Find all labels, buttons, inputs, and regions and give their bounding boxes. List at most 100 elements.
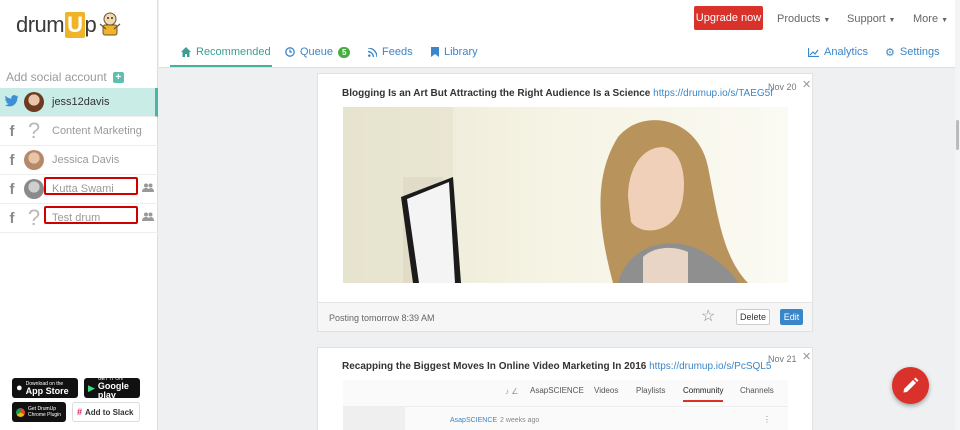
post-image <box>343 107 788 283</box>
gear-icon: ⚙ <box>885 46 895 59</box>
preview-more-icon: ⋮ <box>763 415 771 424</box>
active-tab-indicator <box>170 65 272 67</box>
facebook-icon: f <box>9 209 15 227</box>
account-content-marketing[interactable]: f ? Content Marketing <box>0 117 158 146</box>
drum-mascot-icon <box>99 12 121 36</box>
tab-feeds[interactable]: Feeds <box>368 45 413 59</box>
settings-link[interactable]: ⚙ Settings <box>885 45 940 59</box>
badge-big-text: Google play <box>97 381 129 400</box>
post-date: Nov 21 <box>768 354 797 364</box>
group-icon <box>142 183 154 192</box>
tab-library[interactable]: Library <box>431 45 478 59</box>
preview-side-panel <box>343 407 405 430</box>
compose-button[interactable] <box>892 367 929 404</box>
badge-small-text-2: Chrome Plugin <box>28 412 62 418</box>
post-link[interactable]: https://drumup.io/s/TAEG5f <box>653 88 773 99</box>
tab-label: Feeds <box>382 46 413 58</box>
plus-icon[interactable]: + <box>112 71 124 83</box>
add-social-label: Add social account <box>6 70 107 84</box>
account-jessica-davis[interactable]: f Jessica Davis <box>0 146 158 175</box>
upgrade-now-button[interactable]: Upgrade now <box>694 6 763 30</box>
post-title: Blogging Is an Art But Attracting the Ri… <box>342 88 773 99</box>
preview-tab: Channels <box>740 386 774 395</box>
bookmark-icon <box>431 47 439 57</box>
post-footer: Posting tomorrow 8:39 AM ☆ Delete Edit <box>318 302 812 331</box>
scrollbar-track[interactable] <box>955 0 960 430</box>
facebook-icon: f <box>9 122 15 140</box>
queue-count-badge: 5 <box>338 46 351 58</box>
preview-logo-text: ♪ ∠ <box>505 387 519 396</box>
analytics-label: Analytics <box>824 46 869 58</box>
menu-label: Products <box>777 13 821 25</box>
support-menu[interactable]: Support ▼ <box>847 13 895 25</box>
post-title-text: Blogging Is an Art But Attracting the Ri… <box>342 88 651 99</box>
play-icon: ▶ <box>88 382 95 393</box>
home-icon <box>181 47 191 57</box>
menu-label: Support <box>847 13 886 25</box>
post-card: Blogging Is an Art But Attracting the Ri… <box>317 73 813 332</box>
account-name: Jessica Davis <box>52 154 120 166</box>
star-icon[interactable]: ☆ <box>701 306 715 326</box>
twitter-icon <box>2 94 22 111</box>
account-name: Content Marketing <box>52 125 142 137</box>
preview-tab: Videos <box>594 386 619 395</box>
chrome-icon <box>16 407 25 417</box>
top-navigation: Upgrade now Products ▼ Support ▼ More ▼ Rec… <box>159 0 960 68</box>
menu-label: More <box>913 13 939 25</box>
edit-button[interactable]: Edit <box>780 309 803 325</box>
group-icon <box>142 212 154 221</box>
highlight-box <box>44 206 138 224</box>
placeholder-avatar-icon: ? <box>27 208 41 228</box>
avatar <box>24 92 44 112</box>
account-jess12davis[interactable]: jess12davis <box>0 88 158 117</box>
placeholder-avatar-icon: ? <box>27 121 41 141</box>
post-date: Nov 20 <box>768 82 797 92</box>
facebook-icon: f <box>9 180 15 198</box>
avatar <box>24 179 44 199</box>
avatar <box>24 150 44 170</box>
preview-tab-underline <box>683 400 723 402</box>
chrome-plugin-badge[interactable]: Get DrumUp Chrome Plugin <box>12 402 66 422</box>
preview-tab: AsapSCIENCE <box>530 386 584 395</box>
clock-icon <box>285 47 295 57</box>
apple-icon: ● <box>16 382 23 394</box>
preview-time: 2 weeks ago <box>500 417 540 424</box>
account-name: jess12davis <box>52 96 110 108</box>
add-social-account[interactable]: Add social account + <box>6 70 124 84</box>
logo-text: drum Up <box>16 12 97 38</box>
drumup-logo[interactable]: drum Up <box>16 8 122 42</box>
chart-icon <box>808 47 819 57</box>
caret-down-icon: ▼ <box>823 17 831 24</box>
delete-button[interactable]: Delete <box>736 309 770 325</box>
settings-label: Settings <box>899 46 940 58</box>
slack-icon: # <box>77 407 83 417</box>
preview-tab-active: Community <box>683 386 724 395</box>
highlight-box <box>44 177 138 195</box>
rss-icon <box>368 47 377 57</box>
products-menu[interactable]: Products ▼ <box>777 13 830 25</box>
analytics-link[interactable]: Analytics <box>808 45 868 59</box>
more-menu[interactable]: More ▼ <box>913 13 948 25</box>
post-card: Recapping the Biggest Moves In Online Vi… <box>317 347 813 430</box>
tab-queue[interactable]: Queue 5 <box>285 45 351 59</box>
preview-tab: Playlists <box>636 386 666 395</box>
facebook-icon: f <box>9 151 15 169</box>
add-to-slack-button[interactable]: # Add to Slack <box>72 402 140 422</box>
tab-recommended[interactable]: Recommended <box>181 45 271 59</box>
caret-down-icon: ▼ <box>888 17 896 24</box>
caret-down-icon: ▼ <box>941 17 948 24</box>
preview-author: AsapSCIENCE <box>450 417 498 424</box>
app-store-badge[interactable]: ● Download on the App Store <box>12 378 78 398</box>
close-icon[interactable]: ✕ <box>802 78 811 91</box>
post-schedule-status: Posting tomorrow 8:39 AM <box>329 313 435 323</box>
slack-label: Add to Slack <box>85 407 134 417</box>
tab-label: Library <box>444 46 478 58</box>
google-play-badge[interactable]: ▶ GET IT ON Google play <box>84 376 140 400</box>
post-title: Recapping the Biggest Moves In Online Vi… <box>342 361 771 372</box>
close-icon[interactable]: ✕ <box>802 350 811 363</box>
scrollbar-thumb[interactable] <box>956 120 959 150</box>
tab-label: Recommended <box>196 46 271 58</box>
post-preview-image: ♪ ∠ AsapSCIENCE Videos Playlists Communi… <box>343 380 788 430</box>
post-link[interactable]: https://drumup.io/s/PcSQL5 <box>649 361 771 372</box>
badge-big-text: App Store <box>25 385 69 396</box>
